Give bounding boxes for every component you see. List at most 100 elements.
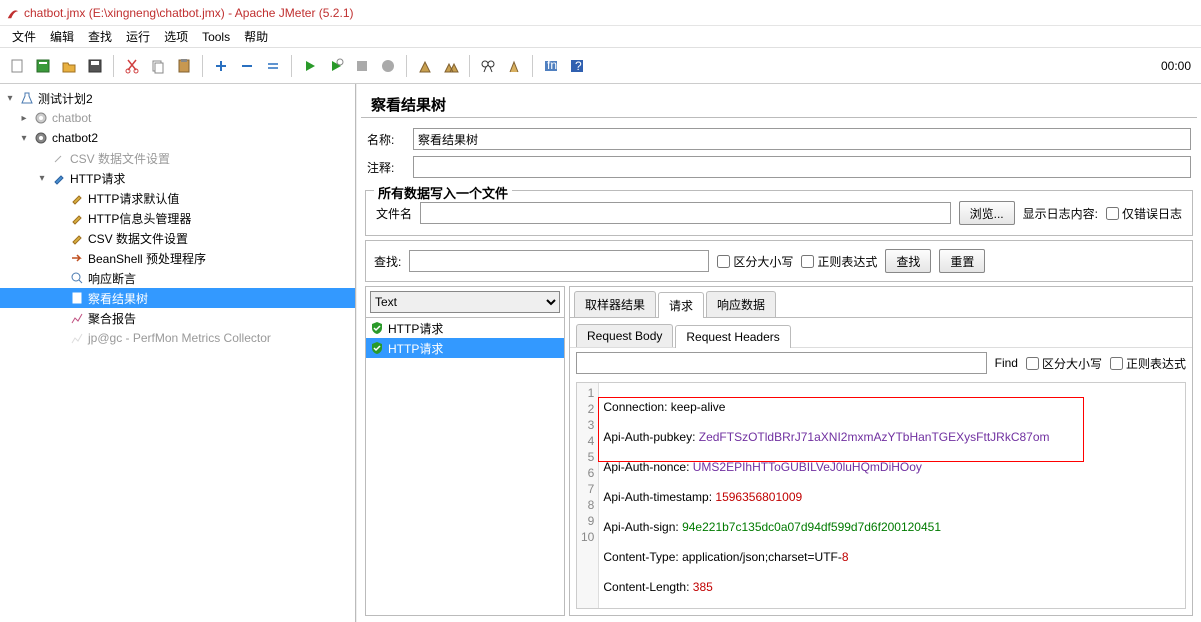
find-case-checkbox[interactable]: 区分大小写 xyxy=(1026,355,1102,372)
regex-checkbox[interactable]: 正则表达式 xyxy=(801,253,877,270)
menu-file[interactable]: 文件 xyxy=(6,26,42,47)
jmeter-icon xyxy=(6,6,20,20)
page-icon xyxy=(69,290,85,306)
tree-csv2[interactable]: CSV 数据文件设置 xyxy=(0,228,355,248)
search-icon[interactable] xyxy=(477,55,499,77)
tree-aggregate[interactable]: 聚合报告 xyxy=(0,308,355,328)
result-item[interactable]: HTTP请求 xyxy=(366,318,564,338)
wrench-icon xyxy=(69,210,85,226)
renderer-select[interactable]: Text xyxy=(370,291,560,313)
menu-tools[interactable]: Tools xyxy=(196,28,236,46)
log-content-label: 显示日志内容: xyxy=(1023,205,1098,222)
results-detail-panel: 取样器结果 请求 响应数据 Request Body Request Heade… xyxy=(569,286,1193,616)
name-input[interactable] xyxy=(413,128,1191,150)
find-regex-checkbox[interactable]: 正则表达式 xyxy=(1110,355,1186,372)
browse-button[interactable]: 浏览... xyxy=(959,201,1015,225)
panel-title: 察看结果树 xyxy=(371,94,1187,115)
copy-icon[interactable] xyxy=(147,55,169,77)
open-icon[interactable] xyxy=(58,55,80,77)
save-icon[interactable] xyxy=(84,55,106,77)
subtab-request-body[interactable]: Request Body xyxy=(576,324,673,347)
line-gutter: 12345678910 xyxy=(577,383,599,608)
tree-assertion[interactable]: 响应断言 xyxy=(0,268,355,288)
search-button[interactable]: 查找 xyxy=(885,249,931,273)
tree-root[interactable]: ▾测试计划2 xyxy=(0,88,355,108)
pipette-icon xyxy=(51,170,67,186)
function-icon[interactable]: fn xyxy=(540,55,562,77)
reset-button[interactable]: 重置 xyxy=(939,249,985,273)
search-label: 查找: xyxy=(374,253,401,270)
comment-label: 注释: xyxy=(367,159,407,176)
clear-all-icon[interactable] xyxy=(440,55,462,77)
results-left-panel: Text HTTP请求 HTTP请求 xyxy=(365,286,565,616)
title-bar: chatbot.jmx (E:\xingneng\chatbot.jmx) - … xyxy=(0,0,1201,26)
name-label: 名称: xyxy=(367,131,407,148)
chart-icon xyxy=(69,310,85,326)
tab-response[interactable]: 响应数据 xyxy=(706,291,776,317)
file-output-group: 所有数据写入一个文件 文件名 浏览... 显示日志内容: 仅错误日志 xyxy=(365,190,1193,236)
wrench-icon xyxy=(51,150,67,166)
tree-http-defaults[interactable]: HTTP请求默认值 xyxy=(0,188,355,208)
menu-help[interactable]: 帮助 xyxy=(238,26,274,47)
help-icon[interactable]: ? xyxy=(566,55,588,77)
paste-icon[interactable] xyxy=(173,55,195,77)
find-label: Find xyxy=(995,356,1018,370)
filename-input[interactable] xyxy=(420,202,951,224)
only-error-checkbox[interactable]: 仅错误日志 xyxy=(1106,205,1182,222)
tree-chatbot[interactable]: ▸chatbot xyxy=(0,108,355,128)
menu-bar: 文件 编辑 查找 运行 选项 Tools 帮助 xyxy=(0,26,1201,48)
tree-header-manager[interactable]: HTTP信息头管理器 xyxy=(0,208,355,228)
wrench-icon xyxy=(69,190,85,206)
toolbar: fn ? 00:00 xyxy=(0,48,1201,84)
code-content[interactable]: Connection: keep-alive Api-Auth-pubkey: … xyxy=(599,383,1185,608)
gear-icon xyxy=(33,110,49,126)
shutdown-icon[interactable] xyxy=(377,55,399,77)
menu-options[interactable]: 选项 xyxy=(158,26,194,47)
toggle-icon[interactable] xyxy=(262,55,284,77)
tab-sampler-result[interactable]: 取样器结果 xyxy=(574,291,656,317)
menu-edit[interactable]: 编辑 xyxy=(44,26,80,47)
svg-text:fn: fn xyxy=(547,58,557,72)
tree-search-bar: 查找: 区分大小写 正则表达式 查找 重置 xyxy=(365,240,1193,282)
menu-search[interactable]: 查找 xyxy=(82,26,118,47)
subtab-request-headers[interactable]: Request Headers xyxy=(675,325,790,348)
case-checkbox[interactable]: 区分大小写 xyxy=(717,253,793,270)
clear-icon[interactable] xyxy=(414,55,436,77)
expand-icon[interactable] xyxy=(210,55,232,77)
find-input[interactable] xyxy=(576,352,987,374)
svg-text:?: ? xyxy=(575,59,582,73)
detail-panel: 察看结果树 名称: 注释: 所有数据写入一个文件 文件名 浏览... 显示日志内… xyxy=(356,84,1201,622)
tab-request[interactable]: 请求 xyxy=(658,292,704,318)
stop-icon[interactable] xyxy=(351,55,373,77)
wrench-icon xyxy=(69,230,85,246)
window-title: chatbot.jmx (E:\xingneng\chatbot.jmx) - … xyxy=(24,6,353,20)
results-list[interactable]: HTTP请求 HTTP请求 xyxy=(366,317,564,615)
tree-chatbot2[interactable]: ▾chatbot2 xyxy=(0,128,355,148)
arrow-icon xyxy=(69,250,85,266)
tree-beanshell[interactable]: BeanShell 预处理程序 xyxy=(0,248,355,268)
success-icon xyxy=(370,341,384,355)
result-item[interactable]: HTTP请求 xyxy=(366,338,564,358)
templates-icon[interactable] xyxy=(32,55,54,77)
success-icon xyxy=(370,321,384,335)
reset-search-icon[interactable] xyxy=(503,55,525,77)
new-icon[interactable] xyxy=(6,55,28,77)
search-input[interactable] xyxy=(409,250,709,272)
tree-perfmon[interactable]: jp@gc - PerfMon Metrics Collector xyxy=(0,328,355,348)
menu-run[interactable]: 运行 xyxy=(120,26,156,47)
run-no-timer-icon[interactable] xyxy=(325,55,347,77)
cut-icon[interactable] xyxy=(121,55,143,77)
flask-icon xyxy=(19,90,35,106)
tree-view-results[interactable]: 察看结果树 xyxy=(0,288,355,308)
tree-csv1[interactable]: CSV 数据文件设置 xyxy=(0,148,355,168)
tree-http-request[interactable]: ▾HTTP请求 xyxy=(0,168,355,188)
run-icon[interactable] xyxy=(299,55,321,77)
comment-input[interactable] xyxy=(413,156,1191,178)
elapsed-time: 00:00 xyxy=(1161,59,1195,73)
collapse-icon[interactable] xyxy=(236,55,258,77)
gear-icon xyxy=(33,130,49,146)
magnifier-icon xyxy=(69,270,85,286)
headers-code[interactable]: 12345678910 Connection: keep-alive Api-A… xyxy=(576,382,1186,609)
filename-label: 文件名 xyxy=(376,205,412,222)
test-plan-tree[interactable]: ▾测试计划2 ▸chatbot ▾chatbot2 CSV 数据文件设置 ▾HT… xyxy=(0,84,356,622)
